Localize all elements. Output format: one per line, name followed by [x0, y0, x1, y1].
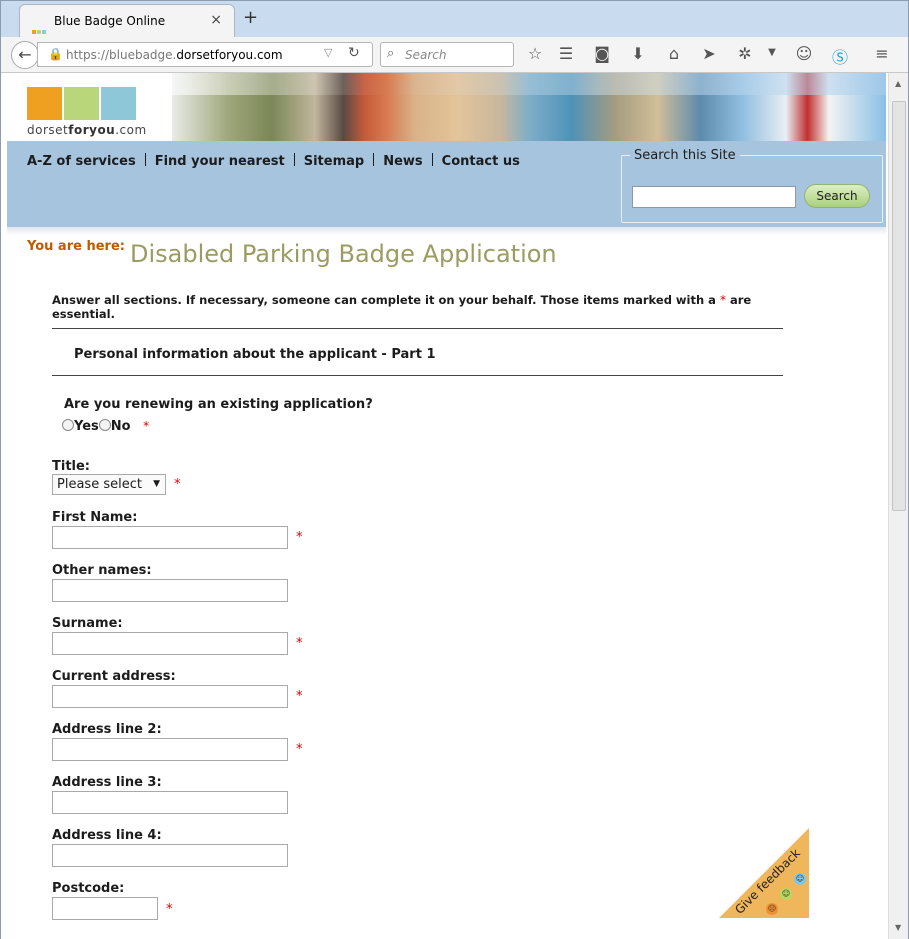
back-arrow-icon[interactable]: ←	[11, 41, 39, 69]
current-address-label: Current address:	[52, 669, 176, 684]
address-line-3-input[interactable]	[52, 791, 288, 814]
address-line-2-input[interactable]	[52, 738, 288, 761]
renew-radio-group: Yes No *	[62, 419, 149, 434]
pocket-icon[interactable]: ◙	[591, 44, 613, 63]
home-icon[interactable]: ⌂	[663, 44, 685, 63]
happy-face-icon: ☺	[794, 873, 806, 885]
scrollbar-thumb[interactable]	[892, 101, 906, 511]
send-icon[interactable]: ➤	[698, 44, 720, 63]
required-marker: *	[143, 419, 150, 433]
breadcrumb-label: You are here:	[27, 239, 125, 254]
url-dropdown-icon[interactable]: ▽	[324, 46, 332, 59]
browser-window: Blue Badge Online × + ← 🔒 https://blueba…	[0, 0, 909, 939]
address-line-4-input[interactable]	[52, 844, 288, 867]
search-icon: ⌕	[387, 46, 395, 61]
section-heading: Personal information about the applicant…	[74, 347, 436, 362]
required-marker: *	[296, 530, 303, 545]
renew-yes-label: Yes	[74, 419, 99, 434]
renew-no-label: No	[110, 419, 131, 434]
scroll-up-icon[interactable]: ▲	[895, 79, 901, 88]
chevron-down-icon: ▼	[153, 479, 160, 489]
scroll-down-icon[interactable]: ▼	[895, 923, 901, 932]
other-names-input[interactable]	[52, 579, 288, 602]
nav-find-nearest[interactable]: Find your nearest	[155, 154, 285, 169]
required-marker: *	[174, 477, 181, 492]
required-marker: *	[296, 689, 303, 704]
intro-text: Answer all sections. If necessary, someo…	[52, 293, 752, 321]
surname-label: Surname:	[52, 616, 123, 631]
sad-face-icon: ☹	[766, 903, 778, 915]
renew-question: Are you renewing an existing application…	[64, 397, 373, 412]
tab-bar: Blue Badge Online × +	[1, 1, 908, 37]
browser-search-input[interactable]: ⌕ Search	[380, 42, 514, 67]
nav-news[interactable]: News	[383, 154, 422, 169]
title-select[interactable]: Please select ▼	[52, 474, 166, 495]
tab-title: Blue Badge Online	[54, 14, 166, 28]
nav-contact-us[interactable]: Contact us	[442, 154, 520, 169]
site-search-button[interactable]: Search	[804, 184, 870, 208]
first-name-label: First Name:	[52, 510, 138, 525]
bookmark-star-icon[interactable]: ☆	[524, 44, 546, 63]
renew-yes-radio[interactable]	[62, 419, 74, 431]
divider	[52, 375, 783, 376]
neutral-face-icon: ☺	[780, 888, 792, 900]
required-marker: *	[166, 902, 173, 917]
renew-no-radio[interactable]	[98, 419, 111, 431]
site-logo[interactable]: dorsetforyou.com	[27, 87, 147, 137]
site-search-legend: Search this Site	[630, 148, 740, 163]
banner-photo-collage	[172, 73, 886, 141]
reading-list-icon[interactable]: ☰	[555, 44, 577, 63]
addon-icon[interactable]: ✲	[734, 44, 756, 63]
required-marker: *	[296, 636, 303, 651]
nav-sitemap[interactable]: Sitemap	[304, 154, 364, 169]
site-navigation: A-Z of services Find your nearest Sitemap N…	[7, 141, 886, 227]
browser-tab[interactable]: Blue Badge Online ×	[19, 4, 235, 37]
url-text: https://bluebadge.dorsetforyou.com	[66, 48, 283, 62]
address-line-4-label: Address line 4:	[52, 828, 162, 843]
new-tab-button[interactable]: +	[243, 7, 258, 28]
address-line-2-label: Address line 2:	[52, 722, 162, 737]
required-marker: *	[296, 742, 303, 757]
other-names-label: Other names:	[52, 563, 152, 578]
download-icon[interactable]: ⬇	[627, 44, 649, 63]
addon-dropdown-icon[interactable]: ▼	[761, 47, 783, 58]
divider	[52, 328, 783, 329]
nav-az-services[interactable]: A-Z of services	[27, 154, 136, 169]
page-viewport: dorsetforyou.com A-Z of services Find you…	[1, 73, 888, 939]
menu-icon[interactable]: ≡	[871, 44, 893, 63]
surname-input[interactable]	[52, 632, 288, 655]
skype-icon[interactable]: Ⓢ	[829, 44, 851, 68]
site-banner: dorsetforyou.com	[7, 73, 886, 141]
current-address-input[interactable]	[52, 685, 288, 708]
postcode-input[interactable]	[52, 897, 158, 920]
address-bar[interactable]: 🔒 https://bluebadge.dorsetforyou.com ▽ ↻	[37, 42, 373, 67]
chat-icon[interactable]: ☺	[793, 44, 815, 63]
give-feedback-tab[interactable]: Give feedback ☹ ☺ ☺	[719, 828, 809, 918]
first-name-input[interactable]	[52, 526, 288, 549]
address-line-3-label: Address line 3:	[52, 775, 162, 790]
logo-text: dorsetforyou.com	[27, 123, 147, 137]
page-scrollbar[interactable]: ▲ ▼	[888, 73, 908, 939]
search-placeholder: Search	[405, 48, 447, 62]
page-title: Disabled Parking Badge Application	[130, 240, 557, 268]
reload-icon[interactable]: ↻	[348, 45, 360, 61]
close-tab-icon[interactable]: ×	[210, 12, 222, 28]
postcode-label: Postcode:	[52, 881, 125, 896]
navigation-toolbar: ← 🔒 https://bluebadge.dorsetforyou.com ▽…	[1, 37, 908, 73]
site-favicon-icon	[32, 19, 48, 34]
site-search-panel: Search this Site Search	[621, 148, 883, 223]
site-search-input[interactable]	[632, 186, 796, 208]
lock-icon: 🔒	[48, 47, 63, 61]
title-label: Title:	[52, 459, 91, 474]
